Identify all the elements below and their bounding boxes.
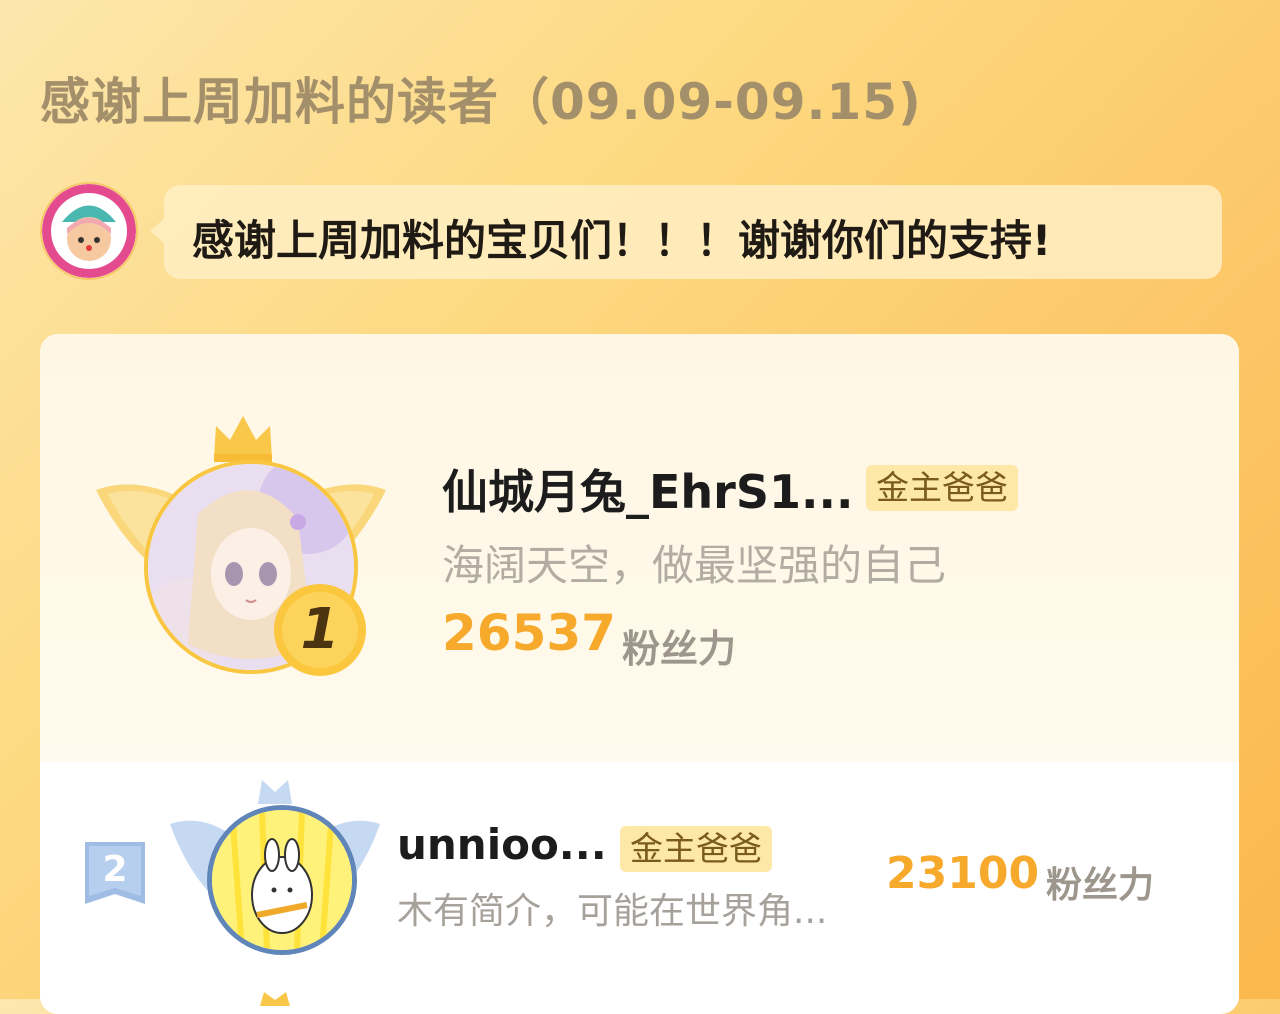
- author-message-bubble: 感谢上周加料的宝贝们！！！谢谢你们的支持!: [150, 185, 1222, 279]
- rank-number-2: 2: [102, 849, 128, 890]
- second-place-name[interactable]: unnioo...: [397, 820, 607, 869]
- crown-icon: [260, 992, 290, 1006]
- first-place-tag: 金主爸爸: [866, 465, 1018, 511]
- rank-badge-1: 1: [270, 582, 370, 678]
- first-place-bio: 海阔天空，做最坚强的自己: [442, 541, 947, 590]
- second-place-tag: 金主爸爸: [620, 826, 772, 872]
- first-place-unit: 粉丝力: [622, 627, 737, 671]
- rank-number-1: 1: [300, 597, 340, 662]
- first-place-name[interactable]: 仙城月兔_EhrS1...: [442, 456, 853, 522]
- leaderboard-card: 1 仙城月兔_EhrS1... 金主爸爸 海阔天空，做最坚强的自己 26537 …: [40, 334, 1239, 1014]
- page-title: 感谢上周加料的读者（09.09-09.15): [40, 73, 922, 131]
- author-avatar[interactable]: [42, 184, 136, 278]
- first-place-section: 1 仙城月兔_EhrS1... 金主爸爸 海阔天空，做最坚强的自己 26537 …: [40, 334, 1239, 762]
- second-place-score: 23100: [886, 848, 1040, 899]
- crown-icon: [214, 416, 272, 462]
- second-place-avatar[interactable]: [207, 805, 357, 955]
- author-message-text: 感谢上周加料的宝贝们！！！谢谢你们的支持!: [192, 216, 1052, 265]
- second-place-bio: 木有简介，可能在世界角...: [397, 891, 828, 932]
- second-place-unit: 粉丝力: [1046, 865, 1155, 906]
- first-place-score: 26537: [442, 604, 616, 662]
